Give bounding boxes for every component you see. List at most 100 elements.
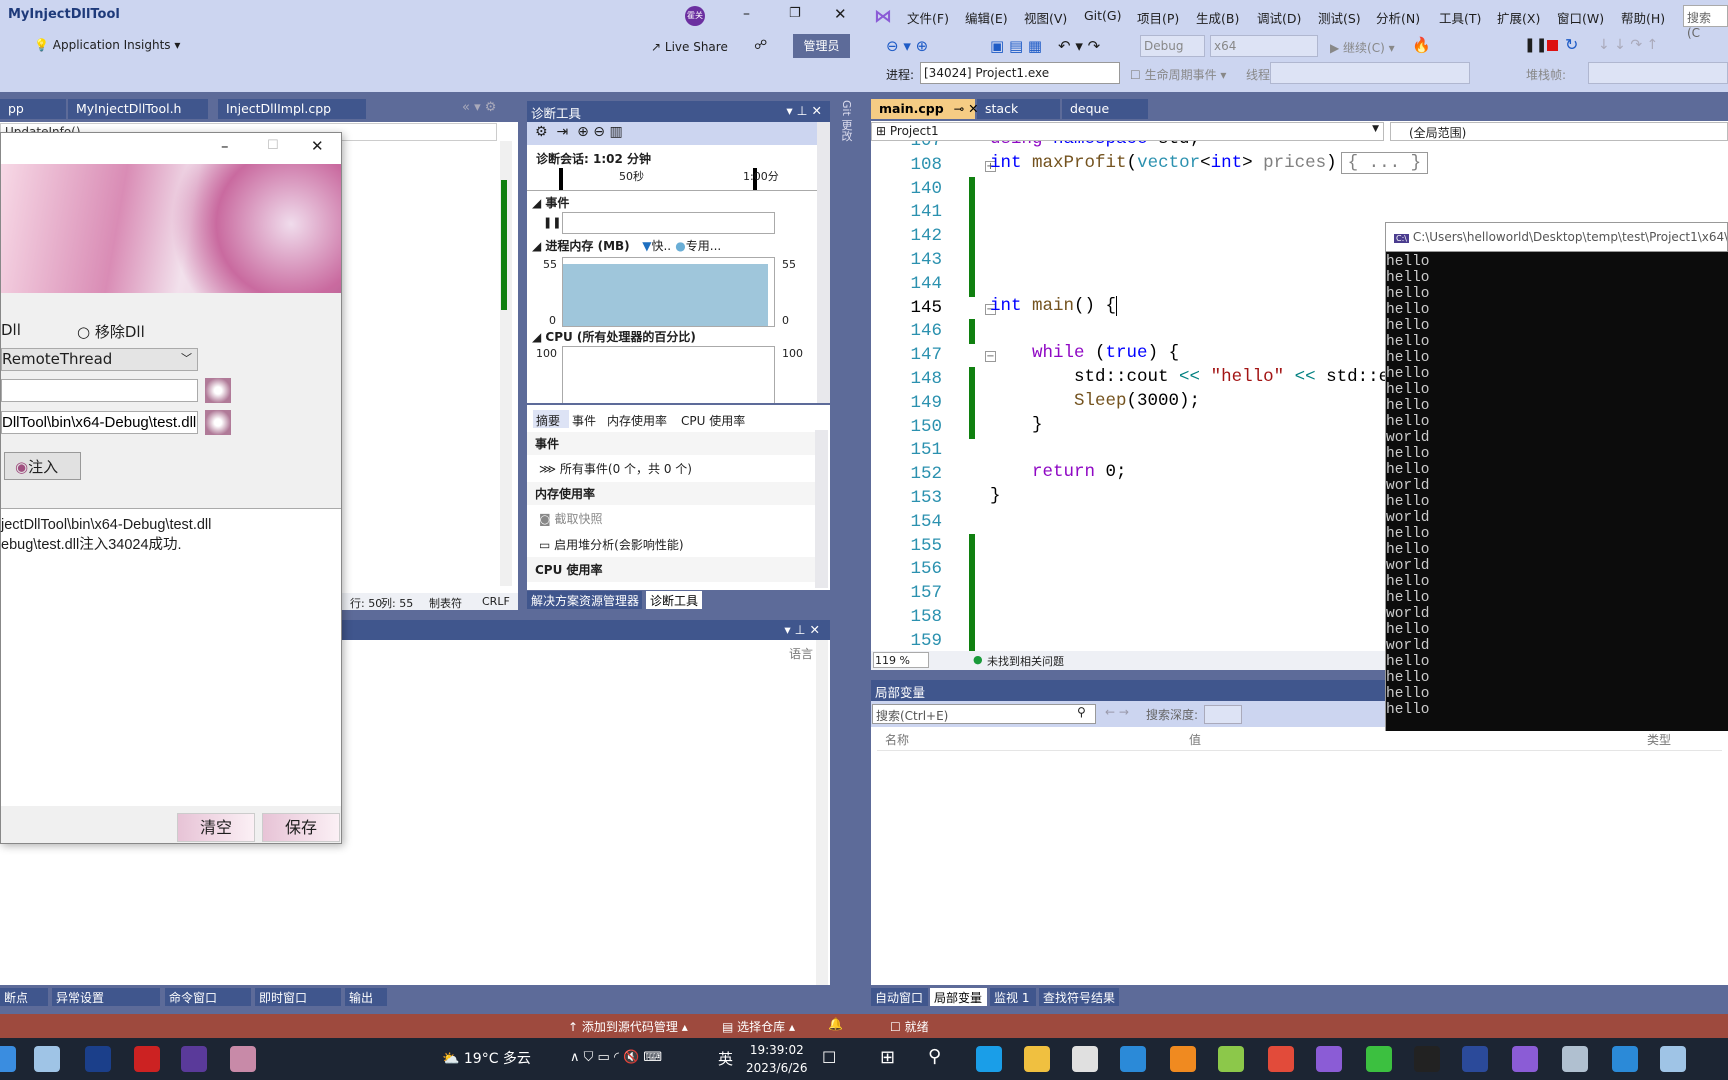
- select-repo[interactable]: ▤ 选择仓库 ▴: [722, 1018, 795, 1035]
- git-changes-tab[interactable]: Git 更改: [838, 100, 854, 141]
- tab-bottom-left-2[interactable]: 命令窗口: [165, 988, 251, 1006]
- avatar[interactable]: 霍关: [685, 6, 705, 26]
- tab-overflow-icons[interactable]: « ▾ ⚙: [462, 100, 496, 115]
- tab-bottom-left-1[interactable]: 异常设置: [52, 988, 160, 1006]
- taskbar-app-icon[interactable]: [181, 1046, 207, 1072]
- tab-cpp[interactable]: pp: [0, 99, 66, 119]
- taskbar-app-icon[interactable]: [1024, 1046, 1050, 1072]
- tab-solution-explorer[interactable]: 解决方案资源管理器: [527, 591, 642, 609]
- menu-item[interactable]: 测试(S): [1318, 8, 1361, 27]
- process-dropdown[interactable]: [34024] Project1.exe: [920, 62, 1120, 84]
- pause-icon[interactable]: ❚❚: [1524, 37, 1547, 53]
- taskbar-app-icon[interactable]: [230, 1046, 256, 1072]
- taskbar-app-icon[interactable]: [1562, 1046, 1588, 1072]
- back-icon[interactable]: ⊖ ▾ ⊕: [886, 37, 928, 55]
- taskbar-app-icon[interactable]: [1660, 1046, 1686, 1072]
- taskbar-app-icon[interactable]: [134, 1046, 160, 1072]
- tab-bottom-right-0[interactable]: 自动窗口: [871, 988, 928, 1006]
- locals-search-input[interactable]: 搜索(Ctrl+E): [872, 704, 1096, 724]
- menu-item[interactable]: 编辑(E): [965, 8, 1008, 27]
- tab-editor-1[interactable]: stack: [977, 99, 1060, 119]
- app-insights-button[interactable]: 💡 Application Insights ▾: [34, 38, 180, 52]
- taskbar-app-icon[interactable]: [1366, 1046, 1392, 1072]
- all-events-link[interactable]: ⋙ 所有事件(0 个，共 0 个): [527, 455, 815, 482]
- pane-pin-close-icons[interactable]: ▾ ⊥ ✕: [784, 622, 820, 637]
- output-scrollbar[interactable]: [816, 640, 828, 985]
- browse-process-button[interactable]: [205, 378, 231, 403]
- restore-icon[interactable]: ❐: [789, 6, 801, 21]
- project-dropdown[interactable]: ⊞ Project1 ▼: [871, 122, 1384, 141]
- taskbar-app-icon[interactable]: [1462, 1046, 1488, 1072]
- tab-bottom-left-0[interactable]: 断点: [0, 988, 48, 1006]
- lifecycle-events-button[interactable]: ☐ 生命周期事件 ▾: [1130, 66, 1226, 83]
- depth-dropdown[interactable]: [1204, 705, 1242, 724]
- menu-item[interactable]: 窗口(W): [1557, 8, 1604, 27]
- tab-bottom-left-3[interactable]: 即时窗口: [255, 988, 341, 1006]
- collapsed-block[interactable]: { ... }: [1340, 151, 1429, 174]
- inject-button[interactable]: ◉注入: [4, 452, 81, 480]
- config-dropdown[interactable]: Debug: [1140, 35, 1205, 57]
- restart-icon[interactable]: ↻: [1565, 35, 1578, 54]
- search-icon[interactable]: ⚲: [1077, 705, 1086, 719]
- clock[interactable]: 19:39:02 2023/6/26: [746, 1041, 808, 1077]
- taskbar-app-icon[interactable]: [1120, 1046, 1146, 1072]
- save-button[interactable]: 保存: [262, 813, 340, 842]
- stop-icon[interactable]: [1547, 40, 1558, 51]
- zoom-dropdown[interactable]: 119 %: [873, 652, 929, 668]
- tray-icons[interactable]: ∧ ⛉ ▭ ◜ 🔇 ⌨: [570, 1050, 662, 1065]
- taskbar-app-icon[interactable]: [1612, 1046, 1638, 1072]
- close-icon[interactable]: ✕: [834, 5, 847, 23]
- notification-bell-icon[interactable]: 🔔: [828, 1017, 843, 1031]
- taskbar-app-icon[interactable]: [1218, 1046, 1244, 1072]
- process-input[interactable]: [1, 379, 198, 402]
- export-icon[interactable]: ⇥: [556, 124, 568, 140]
- taskbar-app-icon[interactable]: [85, 1046, 111, 1072]
- settings-icon[interactable]: ⚙: [535, 124, 548, 140]
- issues-status[interactable]: 未找到相关问题: [987, 653, 1064, 669]
- pane-pin-close-icons[interactable]: ▾ ⊥ ✕: [786, 103, 822, 118]
- add-source-control[interactable]: ↑ 添加到源代码管理 ▴: [568, 1018, 688, 1035]
- tab-diagnostics[interactable]: 诊断工具: [646, 591, 702, 609]
- maximize-icon[interactable]: ☐: [267, 138, 279, 153]
- menu-item[interactable]: 帮助(H): [1621, 8, 1665, 27]
- tab-myinjectdlltool-h[interactable]: MyInjectDllTool.h: [68, 99, 208, 119]
- take-snapshot-button[interactable]: ◙ 截取快照: [527, 505, 815, 532]
- menu-item[interactable]: 生成(B): [1196, 8, 1239, 27]
- tab-diag-2[interactable]: 内存使用率: [604, 410, 674, 428]
- zoom-out-icon[interactable]: ⊖: [593, 124, 605, 140]
- scope-dropdown[interactable]: (全局范围): [1390, 122, 1728, 141]
- close-icon[interactable]: ✕: [311, 137, 324, 155]
- menu-item[interactable]: Git(G): [1084, 8, 1122, 23]
- minimize-icon[interactable]: –: [221, 137, 229, 155]
- tab-diag-3[interactable]: CPU 使用率: [678, 410, 758, 428]
- menu-item[interactable]: 工具(T): [1439, 8, 1481, 27]
- step-icons[interactable]: ↓ ↓ ↷ ↑: [1598, 37, 1658, 53]
- menu-item[interactable]: 调试(D): [1257, 8, 1301, 27]
- taskbar-app-icon[interactable]: [976, 1046, 1002, 1072]
- clear-button[interactable]: 清空: [177, 813, 255, 842]
- start-icon[interactable]: ⊞: [880, 1047, 895, 1068]
- browse-dll-button[interactable]: [205, 410, 231, 435]
- menu-item[interactable]: 视图(V): [1024, 8, 1067, 27]
- weather-widget[interactable]: ⛅ 19°C 多云: [442, 1048, 531, 1068]
- tab-injectdllimpl-cpp[interactable]: InjectDllImpl.cpp: [218, 99, 366, 119]
- taskbar-app-icon[interactable]: [1512, 1046, 1538, 1072]
- taskbar-app-icon[interactable]: [1170, 1046, 1196, 1072]
- radio-remove[interactable]: ○ 移除Dll: [77, 321, 145, 342]
- tab-bottom-left-4[interactable]: 输出: [345, 988, 387, 1006]
- menu-item[interactable]: 分析(N): [1376, 8, 1420, 27]
- console-output[interactable]: hello hello hello hello hello hello hello hello…: [1385, 252, 1728, 731]
- pin-close-icon[interactable]: ⊸ ✕: [954, 101, 979, 116]
- tab-bottom-right-3[interactable]: 查找符号结果: [1039, 988, 1119, 1006]
- pause-icon[interactable]: ❚❚: [543, 216, 561, 229]
- tab-bottom-right-2[interactable]: 监视 1: [990, 988, 1036, 1006]
- menu-item[interactable]: 项目(P): [1137, 8, 1179, 27]
- nav-arrows[interactable]: ← →: [1105, 705, 1129, 719]
- timeline-ruler[interactable]: 50秒 1:00分: [527, 168, 817, 191]
- dll-path-input[interactable]: [1, 411, 198, 434]
- ime-indicator[interactable]: 英: [718, 1048, 733, 1069]
- summary-scrollbar[interactable]: [815, 430, 828, 588]
- tab-editor-2[interactable]: deque: [1062, 99, 1148, 119]
- save-icons[interactable]: ▣ ▤ ▦: [990, 37, 1042, 55]
- radio-inject-label[interactable]: Dll: [1, 321, 21, 339]
